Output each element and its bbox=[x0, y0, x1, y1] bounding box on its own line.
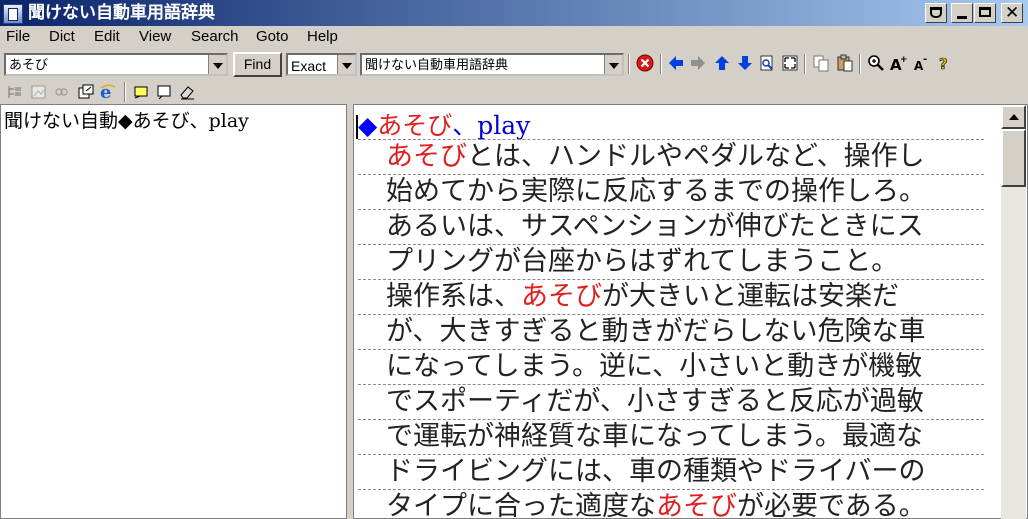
menu-edit[interactable]: Edit bbox=[94, 28, 120, 46]
toolbar-separator bbox=[124, 82, 126, 102]
fullscreen-icon[interactable] bbox=[781, 54, 799, 72]
search-input[interactable]: あそび bbox=[9, 57, 48, 75]
find-button[interactable]: Find bbox=[233, 52, 282, 77]
internet-explorer-icon[interactable]: e bbox=[99, 82, 117, 100]
scroll-thumb[interactable] bbox=[1001, 129, 1026, 187]
paste-icon[interactable] bbox=[836, 54, 854, 72]
menu-view[interactable]: View bbox=[139, 28, 171, 46]
memo-icon[interactable] bbox=[155, 83, 173, 101]
entry-separator: 、 bbox=[452, 111, 478, 140]
rollup-icon bbox=[930, 7, 942, 18]
scroll-up-button[interactable] bbox=[1001, 105, 1026, 129]
menu-dict[interactable]: Dict bbox=[49, 28, 75, 46]
minimize-button[interactable] bbox=[951, 3, 973, 23]
results-list[interactable]: 聞けない自動◆あそび、play bbox=[0, 104, 347, 519]
entry-text: プリングが台座からはずれてしまうこと。 bbox=[386, 246, 899, 277]
list-item[interactable]: 聞けない自動◆あそび、play bbox=[4, 109, 249, 133]
toolbar-separator bbox=[804, 54, 806, 74]
window-icon[interactable] bbox=[77, 83, 95, 101]
font-smaller-icon[interactable]: A - bbox=[912, 54, 930, 72]
minimize-icon bbox=[957, 16, 967, 19]
entry-line: あるいは、サスペンションが伸びたときにス bbox=[386, 210, 996, 244]
entry-text: が大きいと運転は安楽だ bbox=[602, 281, 899, 312]
entry-line: でスポーティだが、小さすぎると反応が過敏 bbox=[386, 385, 996, 419]
entry-view[interactable]: ◆あそび、play あそびとは、ハンドルやペダルなど、操作し 始めてから実際に反応… bbox=[353, 104, 1028, 519]
title-bar: 聞けない自動車用語辞典 ✕ bbox=[0, 0, 1028, 26]
highlighted-term: あそび bbox=[386, 141, 467, 172]
stop-icon[interactable] bbox=[636, 54, 654, 72]
entry-text: タイプに合った適度な bbox=[386, 491, 656, 519]
down-arrow-icon[interactable] bbox=[736, 54, 754, 72]
entry-headword: あそび bbox=[377, 111, 453, 140]
match-mode-select[interactable]: Exact bbox=[286, 53, 357, 76]
maximize-icon bbox=[979, 7, 991, 17]
match-mode-arrow[interactable] bbox=[337, 55, 355, 74]
vertical-scrollbar[interactable] bbox=[1001, 105, 1026, 519]
forward-arrow-icon[interactable] bbox=[689, 54, 707, 72]
entry-line: あそびとは、ハンドルやペダルなど、操作し bbox=[386, 140, 996, 174]
picture-icon[interactable] bbox=[30, 83, 48, 101]
help-icon[interactable]: ? bbox=[935, 54, 953, 72]
note-icon[interactable] bbox=[132, 83, 150, 101]
sound-icon[interactable] bbox=[53, 83, 71, 101]
highlighted-term: あそび bbox=[656, 491, 737, 519]
dictionary-arrow[interactable] bbox=[604, 55, 622, 74]
eraser-icon[interactable] bbox=[178, 83, 196, 101]
search-combo[interactable]: あそび bbox=[4, 53, 228, 76]
entry-marker: ◆ bbox=[358, 111, 378, 140]
font-larger-icon[interactable]: A + bbox=[889, 54, 907, 72]
rollup-button[interactable] bbox=[925, 3, 947, 23]
menu-help[interactable]: Help bbox=[307, 28, 338, 46]
search-dropdown-arrow[interactable] bbox=[208, 55, 226, 74]
entry-text: 始めてから実際に反応するまでの操作しろ。 bbox=[386, 176, 926, 207]
entry-text: あるいは、サスペンションが伸びたときにス bbox=[386, 211, 924, 242]
close-icon: ✕ bbox=[1005, 3, 1020, 23]
svg-text:?: ? bbox=[939, 55, 948, 72]
back-arrow-icon[interactable] bbox=[667, 54, 685, 72]
menu-bar: File Dict Edit View Search Goto Help bbox=[0, 26, 1028, 48]
toolbar-separator bbox=[660, 54, 662, 74]
close-button[interactable]: ✕ bbox=[1001, 3, 1023, 23]
entry-line: ドライビングには、車の種類やドライバーの bbox=[386, 455, 996, 489]
entry-line: 操作系は、あそびが大きいと運転は安楽だ bbox=[386, 280, 996, 314]
entry-line: になってしまう。逆に、小さいと動きが機敏 bbox=[386, 350, 996, 384]
up-arrow-icon[interactable] bbox=[713, 54, 731, 72]
menu-file[interactable]: File bbox=[6, 28, 30, 46]
menu-goto[interactable]: Goto bbox=[256, 28, 289, 46]
entry-text: でスポーティだが、小さすぎると反応が過敏 bbox=[386, 386, 924, 417]
entry-text: が必要である。 bbox=[737, 491, 926, 519]
toolbar-separator bbox=[859, 54, 861, 74]
svg-text:-: - bbox=[923, 54, 927, 65]
entry-line: タイプに合った適度なあそびが必要である。 bbox=[386, 490, 996, 519]
tree-view-icon[interactable] bbox=[6, 83, 24, 101]
match-mode-value: Exact bbox=[291, 58, 327, 74]
window-title: 聞けない自動車用語辞典 bbox=[28, 3, 215, 23]
find-in-page-icon[interactable] bbox=[758, 54, 776, 72]
entry-text: ドライビングには、車の種類やドライバーの bbox=[386, 456, 926, 487]
entry-line: で運転が神経質な車になってしまう。最適な bbox=[386, 420, 996, 454]
entry-text: で運転が神経質な車になってしまう。最適な bbox=[386, 421, 924, 452]
maximize-button[interactable] bbox=[974, 3, 996, 23]
zoom-icon[interactable] bbox=[867, 54, 885, 72]
copy-icon[interactable] bbox=[812, 54, 830, 72]
entry-text: 操作系は、 bbox=[386, 281, 521, 312]
entry-heading: ◆あそび、play bbox=[358, 111, 530, 141]
entry-line: プリングが台座からはずれてしまうこと。 bbox=[386, 245, 996, 279]
svg-text:+: + bbox=[900, 55, 907, 65]
entry-text: が、大きすぎると動きがだらしない危険な車 bbox=[386, 316, 926, 347]
entry-line: 始めてから実際に反応するまでの操作しろ。 bbox=[386, 175, 996, 209]
app-book-icon[interactable] bbox=[3, 4, 23, 24]
dictionary-select[interactable]: 聞けない自動車用語辞典 bbox=[360, 53, 624, 76]
entry-english: play bbox=[477, 111, 531, 140]
dictionary-value: 聞けない自動車用語辞典 bbox=[365, 58, 509, 73]
entry-line: が、大きすぎると動きがだらしない危険な車 bbox=[386, 315, 996, 349]
highlighted-term: あそび bbox=[521, 281, 602, 312]
menu-search[interactable]: Search bbox=[191, 28, 239, 46]
entry-text: とは、ハンドルやペダルなど、操作し bbox=[467, 141, 925, 172]
toolbar-separator bbox=[628, 54, 630, 74]
entry-text: になってしまう。逆に、小さいと動きが機敏 bbox=[386, 351, 923, 382]
